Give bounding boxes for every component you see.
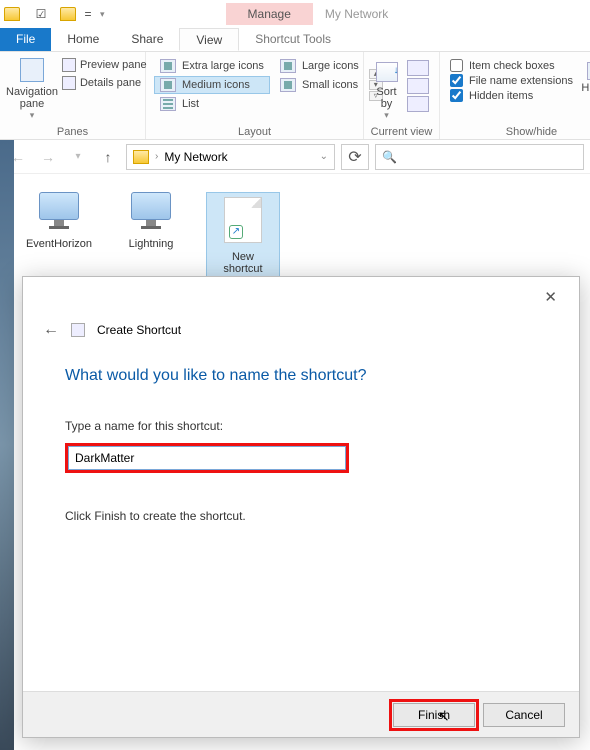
ribbon-group-show-hide: Item check boxes File name extensions Hi… — [440, 52, 590, 139]
search-box[interactable]: 🔍 — [375, 144, 584, 170]
add-columns-button[interactable] — [407, 78, 429, 94]
breadcrumb[interactable]: › My Network ⌄ — [126, 144, 335, 170]
finish-button-label: Finish — [418, 708, 450, 722]
layout-row-blank — [274, 95, 365, 113]
tab-home[interactable]: Home — [51, 28, 115, 51]
current-view-group-label: Current view — [370, 124, 433, 138]
cancel-button[interactable]: Cancel — [483, 703, 565, 727]
small-icons-icon — [280, 78, 296, 92]
item-check-boxes-checkbox[interactable] — [450, 59, 463, 72]
layout-list[interactable]: List — [154, 95, 270, 113]
nav-recent-dropdown[interactable]: ▾ — [66, 145, 90, 169]
file-label: New shortcut — [211, 251, 275, 275]
tab-shortcut-tools[interactable]: Shortcut Tools — [239, 28, 347, 51]
window-title: My Network — [325, 7, 388, 21]
nav-forward-button[interactable]: → — [36, 145, 60, 169]
layout-extra-large-icons[interactable]: Extra large icons — [154, 57, 270, 75]
file-item-new-shortcut[interactable]: ↗ New shortcut — [206, 192, 280, 280]
ribbon-group-panes: Navigation pane ▾ Preview pane Details p… — [0, 52, 146, 139]
contextual-tab-manage[interactable]: Manage — [226, 3, 313, 25]
panes-group-label: Panes — [6, 124, 139, 138]
dialog-close-button[interactable]: ✕ — [534, 282, 567, 312]
preview-pane-label: Preview pane — [80, 59, 147, 71]
breadcrumb-location[interactable]: My Network — [164, 150, 227, 164]
show-hide-group-label: Show/hide — [446, 124, 590, 138]
layout-large-icons[interactable]: Large icons — [274, 57, 365, 75]
hide-selected-button[interactable]: Hide s — [577, 56, 590, 103]
qat-equals-icon[interactable]: = — [78, 4, 98, 24]
sort-by-label: Sort by — [370, 86, 403, 110]
preview-pane-icon — [62, 58, 76, 72]
ribbon: Navigation pane ▾ Preview pane Details p… — [0, 52, 590, 140]
refresh-button[interactable]: ⟳ — [341, 144, 369, 170]
search-icon: 🔍 — [382, 150, 397, 164]
file-item-lightning[interactable]: Lightning — [114, 192, 188, 280]
details-pane-icon — [62, 76, 76, 90]
layout-medium-icons[interactable]: Medium icons — [154, 76, 270, 94]
finish-button[interactable]: Finish ↖ — [393, 703, 475, 727]
hidden-items-label: Hidden items — [469, 90, 533, 102]
file-label: Lightning — [114, 238, 188, 250]
layout-list-label: List — [182, 98, 199, 110]
breadcrumb-dropdown-icon[interactable]: ⌄ — [320, 151, 328, 162]
file-item-eventhorizon[interactable]: EventHorizon — [22, 192, 96, 280]
navigation-pane-label: Navigation pane — [6, 86, 58, 110]
tab-view[interactable]: View — [179, 28, 239, 51]
qat-folder-icon[interactable] — [60, 7, 76, 21]
dialog-shortcut-icon — [71, 323, 85, 337]
hidden-items-checkbox[interactable] — [450, 89, 463, 102]
item-check-boxes-label: Item check boxes — [469, 60, 555, 72]
layout-extra-large-label: Extra large icons — [182, 60, 264, 72]
shortcut-name-label: Type a name for this shortcut: — [65, 419, 537, 433]
layout-group-label: Layout — [152, 124, 357, 138]
dialog-heading: What would you like to name the shortcut… — [65, 367, 537, 385]
layout-small-label: Small icons — [302, 79, 358, 91]
group-by-button[interactable] — [407, 60, 429, 76]
create-shortcut-dialog: ✕ ← Create Shortcut What would you like … — [22, 276, 580, 738]
navigation-pane-button[interactable]: Navigation pane ▾ — [6, 56, 58, 121]
nav-up-button[interactable]: ↑ — [96, 145, 120, 169]
size-columns-button[interactable] — [407, 96, 429, 112]
dialog-title: Create Shortcut — [97, 323, 181, 337]
file-name-extensions-checkbox[interactable] — [450, 74, 463, 87]
qat-checkbox-icon[interactable]: ☑ — [31, 4, 51, 24]
list-icon — [160, 97, 176, 111]
sort-icon — [376, 62, 398, 82]
file-name-extensions-label: File name extensions — [469, 75, 573, 87]
tab-share[interactable]: Share — [115, 28, 179, 51]
medium-icons-icon — [160, 78, 176, 92]
preview-pane-button[interactable]: Preview pane — [58, 56, 151, 74]
breadcrumb-folder-icon — [133, 150, 149, 164]
dialog-hint: Click Finish to create the shortcut. — [65, 509, 537, 523]
desktop-sliver — [0, 140, 14, 750]
ribbon-group-current-view: Sort by ▾ Current view — [364, 52, 440, 139]
title-bar: ☑ = ▾ Manage My Network — [0, 0, 590, 28]
large-icons-icon — [280, 59, 296, 73]
ribbon-group-layout: Extra large icons Medium icons List Larg… — [146, 52, 364, 139]
sort-by-button[interactable]: Sort by ▾ — [370, 56, 403, 121]
dialog-footer: Finish ↖ Cancel — [23, 691, 579, 737]
dialog-back-button[interactable]: ← — [43, 321, 59, 339]
layout-small-icons[interactable]: Small icons — [274, 76, 365, 94]
extra-large-icons-icon — [160, 59, 176, 73]
hide-selected-label: Hide s — [577, 82, 590, 94]
details-pane-label: Details pane — [80, 77, 141, 89]
app-folder-icon — [4, 7, 20, 21]
file-label: EventHorizon — [22, 238, 96, 250]
file-name-extensions-toggle[interactable]: File name extensions — [446, 73, 577, 88]
ribbon-tabs: File Home Share View Shortcut Tools — [0, 28, 590, 52]
breadcrumb-root-chevron[interactable]: › — [155, 151, 158, 162]
layout-medium-label: Medium icons — [182, 79, 250, 91]
address-bar: ← → ▾ ↑ › My Network ⌄ ⟳ 🔍 — [0, 140, 590, 174]
tab-file[interactable]: File — [0, 28, 51, 51]
layout-large-label: Large icons — [302, 60, 359, 72]
shortcut-name-input[interactable] — [68, 446, 346, 470]
details-pane-button[interactable]: Details pane — [58, 74, 151, 92]
item-check-boxes-toggle[interactable]: Item check boxes — [446, 58, 577, 73]
qat-dropdown-icon[interactable]: ▾ — [100, 9, 105, 20]
hidden-items-toggle[interactable]: Hidden items — [446, 88, 577, 103]
